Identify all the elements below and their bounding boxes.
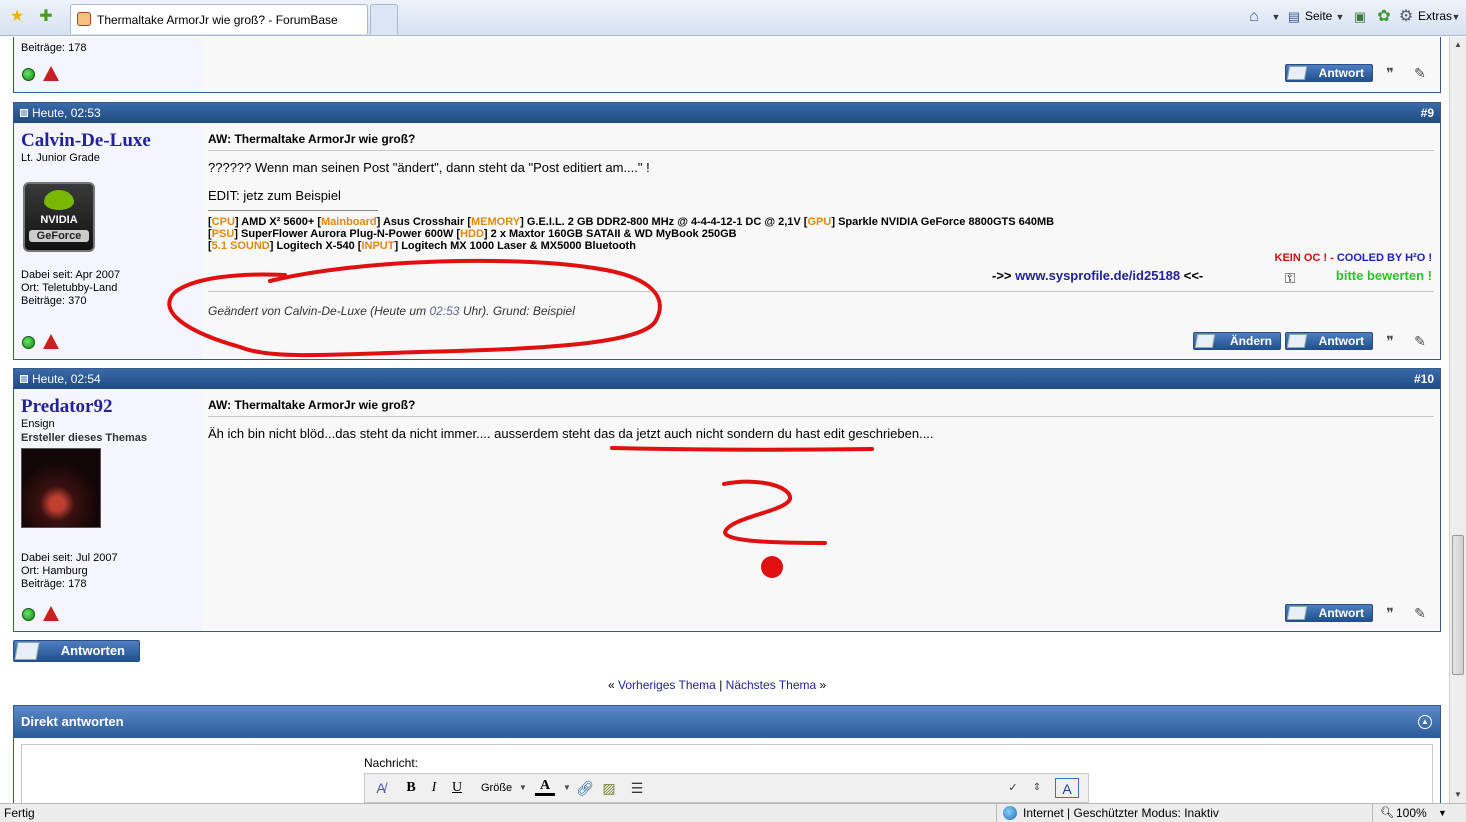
zoom-icon: 🔍︎: [1380, 807, 1394, 819]
question-mark-dot: [761, 556, 783, 578]
home-icon[interactable]: ⌂: [1244, 7, 1264, 27]
extras-dropdown-icon[interactable]: ▼: [1446, 7, 1466, 27]
page-viewport: Beiträge: 178 Antwort ❞ ✎ Heute, 02:53 #…: [0, 37, 1449, 803]
scroll-up-icon[interactable]: ▲: [1450, 37, 1466, 53]
browser-toolbar: ★ ✚ Thermaltake ArmorJr wie groß? - Foru…: [0, 0, 1466, 36]
new-tab-button[interactable]: [370, 4, 398, 34]
status-bar: Fertig Internet | Geschützter Modus: Ina…: [0, 803, 1466, 822]
vertical-scrollbar[interactable]: ▲ ▼: [1449, 37, 1466, 803]
status-text: Fertig: [4, 806, 35, 820]
window-icon[interactable]: ▣: [1350, 7, 1370, 27]
question-mark-annotation: [722, 479, 827, 545]
page-icon[interactable]: ▤: [1284, 7, 1304, 27]
site-favicon-icon: [77, 12, 91, 26]
zoom-dropdown-icon[interactable]: ▼: [1438, 804, 1447, 822]
zoom-level[interactable]: 100%: [1396, 804, 1427, 822]
globe-icon: [1003, 806, 1017, 820]
gear-icon[interactable]: ⚙: [1396, 7, 1416, 27]
favorites-star-icon[interactable]: ★: [7, 7, 27, 27]
underline-annotation: [610, 446, 874, 452]
browser-tab[interactable]: Thermaltake ArmorJr wie groß? - ForumBas…: [70, 4, 368, 34]
home-dropdown-icon[interactable]: ▼: [1266, 7, 1286, 27]
scroll-down-icon[interactable]: ▼: [1450, 787, 1466, 803]
add-favorite-icon[interactable]: ✚: [36, 7, 56, 27]
scroll-thumb[interactable]: [1452, 535, 1464, 675]
security-zone[interactable]: Internet | Geschützter Modus: Inaktiv: [1023, 804, 1219, 822]
red-annotations: [167, 258, 874, 578]
tab-title: Thermaltake ArmorJr wie groß? - ForumBas…: [97, 13, 338, 27]
page-menu[interactable]: Seite: [1305, 9, 1332, 23]
circle-annotation: [167, 258, 662, 358]
addon-icon[interactable]: ✿: [1374, 7, 1394, 27]
page-dropdown-icon[interactable]: ▼: [1330, 7, 1350, 27]
